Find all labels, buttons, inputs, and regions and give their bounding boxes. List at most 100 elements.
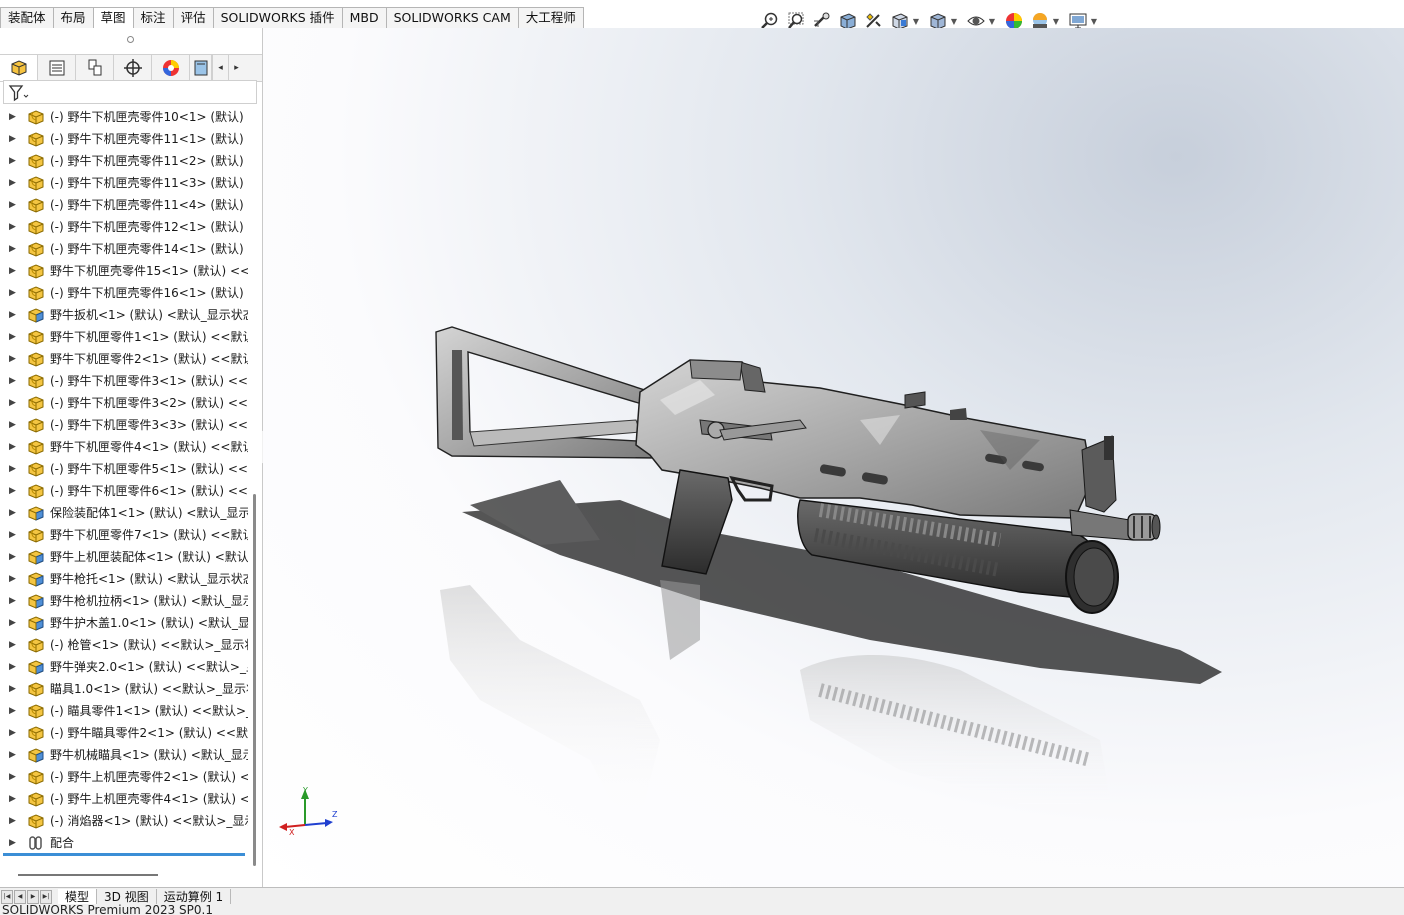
expand-arrow-icon[interactable]: ▶ [9,788,16,810]
cam-manager-icon[interactable] [190,55,212,81]
display-manager-icon[interactable] [152,55,190,81]
configuration-manager-icon[interactable] [76,55,114,81]
tree-item[interactable]: ▶ (-) 野牛下机匣零件3<2> (默认) <<默 [0,392,248,414]
expand-arrow-icon[interactable]: ▶ [9,370,16,392]
filter-icon[interactable] [8,84,30,105]
expand-arrow-icon[interactable]: ▶ [9,238,16,260]
expand-arrow-icon[interactable]: ▶ [9,590,16,612]
tree-item[interactable]: ▶ 野牛机械瞄具<1> (默认) <默认_显示 [0,744,248,766]
tab-8[interactable]: 大工程师 [517,7,584,28]
tree-item[interactable]: ▶ (-) 野牛瞄具零件2<1> (默认) <<默认 [0,722,248,744]
expand-arrow-icon[interactable]: ▶ [9,832,16,854]
tab-7[interactable]: SOLIDWORKS CAM [385,7,519,28]
bottom-tab-1[interactable]: 3D 视图 [97,888,157,905]
expand-arrow-icon[interactable]: ▶ [9,260,16,282]
tree-item[interactable]: ▶ (-) 野牛下机匣壳零件12<1> (默认) - [0,216,248,238]
expand-arrow-icon[interactable]: ▶ [9,656,16,678]
tree-item[interactable]: ▶ (-) 野牛下机匣零件3<1> (默认) <<默 [0,370,248,392]
bottom-tab-2[interactable]: 运动算例 1 [157,888,232,905]
tree-item[interactable]: ▶ 野牛下机匣零件1<1> (默认) <<默认 [0,326,248,348]
rollback-bar[interactable] [3,853,245,856]
tree-item[interactable]: ▶ (-) 枪管<1> (默认) <<默认>_显示状 [0,634,248,656]
tab-0[interactable]: 装配体 [0,7,54,28]
tree-item[interactable]: ▶ (-) 野牛下机匣零件6<1> (默认) <<默 [0,480,248,502]
tree-item[interactable]: ▶ 野牛弹夹2.0<1> (默认) <<默认>_显 [0,656,248,678]
property-manager-icon[interactable] [38,55,76,81]
tree-item[interactable]: ▶ 野牛枪托<1> (默认) <默认_显示状态 [0,568,248,590]
next-tab-button[interactable]: ▶ [27,889,39,904]
tab-1[interactable]: 布局 [52,7,94,28]
first-tab-button[interactable]: |◀ [1,889,13,904]
tab-6[interactable]: MBD [341,7,387,28]
tree-item[interactable]: ▶ 野牛上机匣装配体<1> (默认) <默认 [0,546,248,568]
expand-arrow-icon[interactable]: ▶ [9,524,16,546]
chevron-right-icon[interactable]: ▸ [228,55,244,81]
expand-arrow-icon[interactable]: ▶ [9,810,16,832]
expand-arrow-icon[interactable]: ▶ [9,502,16,524]
expand-arrow-icon[interactable]: ▶ [9,106,16,128]
feature-tree-scrollbar[interactable] [251,106,260,876]
expand-arrow-icon[interactable]: ▶ [9,304,16,326]
tree-item[interactable]: ▶ (-) 野牛下机匣壳零件11<3> (默认) - [0,172,248,194]
expand-arrow-icon[interactable]: ▶ [9,678,16,700]
tab-4[interactable]: 评估 [172,7,214,28]
expand-arrow-icon[interactable]: ▶ [9,546,16,568]
tree-item[interactable]: ▶ 野牛枪机拉柄<1> (默认) <默认_显示 [0,590,248,612]
tree-item[interactable]: ▶ (-) 野牛下机匣零件3<3> (默认) <<默 [0,414,248,436]
tree-item[interactable]: ▶ (-) 野牛下机匣壳零件10<1> (默认) - [0,106,248,128]
tree-item[interactable]: ▶ 野牛下机匣零件7<1> (默认) <<默认 [0,524,248,546]
tree-item[interactable]: ▶ 野牛护木盖1.0<1> (默认) <默认_显示 [0,612,248,634]
tree-item[interactable]: ▶ 配合 [0,832,248,854]
tree-item[interactable]: ▶ 野牛下机匣壳零件15<1> (默认) <<默 [0,260,248,282]
expand-arrow-icon[interactable]: ▶ [9,480,16,502]
bottom-tab-0[interactable]: 模型 [58,888,98,905]
expand-arrow-icon[interactable]: ▶ [9,348,16,370]
tree-item[interactable]: ▶ (-) 野牛下机匣壳零件11<1> (默认) - [0,128,248,150]
previous-tab-button[interactable]: ◀ [14,889,26,904]
tab-3[interactable]: 标注 [132,7,174,28]
expand-arrow-icon[interactable]: ▶ [9,722,16,744]
tree-item[interactable]: ▶ 野牛扳机<1> (默认) <默认_显示状态 [0,304,248,326]
expand-arrow-icon[interactable]: ▶ [9,282,16,304]
scrollbar-thumb[interactable] [253,494,256,866]
expand-arrow-icon[interactable]: ▶ [9,392,16,414]
tree-item[interactable]: ▶ 野牛下机匣零件4<1> (默认) <<默认 [0,436,248,458]
tree-item[interactable]: ▶ (-) 野牛下机匣零件5<1> (默认) <<默 [0,458,248,480]
expand-arrow-icon[interactable]: ▶ [9,634,16,656]
tree-item[interactable]: ▶ (-) 野牛下机匣壳零件14<1> (默认) - [0,238,248,260]
tree-item[interactable]: ▶ 保险装配体1<1> (默认) <默认_显示 [0,502,248,524]
expand-arrow-icon[interactable]: ▶ [9,436,16,458]
expand-arrow-icon[interactable]: ▶ [9,172,16,194]
tree-item[interactable]: ▶ (-) 瞄具零件1<1> (默认) <<默认>_显 [0,700,248,722]
expand-arrow-icon[interactable]: ▶ [9,700,16,722]
tree-item[interactable]: ▶ (-) 野牛下机匣壳零件11<4> (默认) - [0,194,248,216]
dimxpert-manager-icon[interactable] [114,55,152,81]
feature-manager-tree-icon[interactable] [0,55,38,81]
tree-item[interactable]: ▶ (-) 野牛下机匣壳零件11<2> (默认) - [0,150,248,172]
expand-arrow-icon[interactable]: ▶ [9,150,16,172]
tree-item[interactable]: ▶ (-) 野牛上机匣壳零件4<1> (默认) < [0,788,248,810]
assembly-model-view[interactable] [263,28,1404,887]
graphics-area[interactable]: Y X Z [263,28,1404,887]
chevron-left-icon[interactable]: ◂ [212,55,228,81]
expand-arrow-icon[interactable]: ▶ [9,458,16,480]
expand-arrow-icon[interactable]: ▶ [9,414,16,436]
horizontal-scrollbar[interactable] [18,874,158,876]
tree-item[interactable]: ▶ 瞄具1.0<1> (默认) <<默认>_显示状 [0,678,248,700]
expand-arrow-icon[interactable]: ▶ [9,744,16,766]
expand-arrow-icon[interactable]: ▶ [9,216,16,238]
tree-item[interactable]: ▶ 野牛下机匣零件2<1> (默认) <<默认 [0,348,248,370]
expand-arrow-icon[interactable]: ▶ [9,326,16,348]
feature-tree-filter[interactable] [3,80,257,104]
tree-item[interactable]: ▶ (-) 野牛下机匣壳零件16<1> (默认) - [0,282,248,304]
expand-arrow-icon[interactable]: ▶ [9,612,16,634]
expand-arrow-icon[interactable]: ▶ [9,568,16,590]
tree-item[interactable]: ▶ (-) 消焰器<1> (默认) <<默认>_显示 [0,810,248,832]
expand-arrow-icon[interactable]: ▶ [9,194,16,216]
last-tab-button[interactable]: ▶| [40,889,52,904]
expand-arrow-icon[interactable]: ▶ [9,128,16,150]
tab-5[interactable]: SOLIDWORKS 插件 [212,7,343,28]
expand-arrow-icon[interactable]: ▶ [9,766,16,788]
panel-split-grip[interactable] [127,36,134,43]
tree-item[interactable]: ▶ (-) 野牛上机匣壳零件2<1> (默认) < [0,766,248,788]
